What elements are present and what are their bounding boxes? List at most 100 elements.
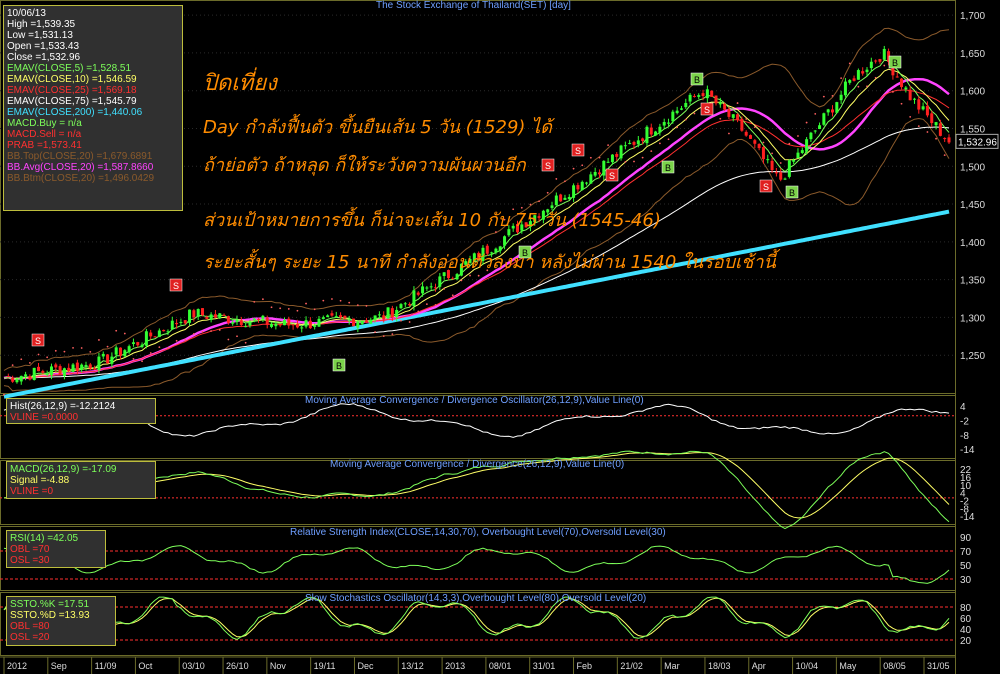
candle-body xyxy=(231,322,235,324)
candle-body xyxy=(727,109,731,117)
candle-body xyxy=(822,113,826,125)
prab-dot xyxy=(54,349,57,352)
candle-body xyxy=(848,80,852,83)
prab-dot xyxy=(262,298,264,301)
candle-body xyxy=(563,197,567,200)
candle-body xyxy=(710,90,714,97)
candle-body xyxy=(131,342,135,344)
prab-dot xyxy=(425,303,428,306)
candle-body xyxy=(136,342,140,346)
candle-body xyxy=(295,324,299,328)
time-axis-label: Dec xyxy=(357,661,374,671)
signal-label: B xyxy=(336,361,342,371)
candle-body xyxy=(162,329,166,332)
candle-body xyxy=(291,324,295,326)
candle-body xyxy=(188,309,192,323)
prab-dot xyxy=(883,64,886,67)
prab-dot xyxy=(451,294,454,297)
macd-axis-label: -14 xyxy=(960,512,975,523)
prab-dot xyxy=(771,152,773,155)
candle-body xyxy=(15,379,19,383)
candle-body xyxy=(153,336,157,338)
rsi-legend-item: RSI(14) =42.05 xyxy=(10,533,79,544)
candle-body xyxy=(667,122,671,124)
hist-panel-title: Moving Average Convergence / Divergence … xyxy=(305,395,644,406)
price-legend-item: BB.Avg(CLOSE,20) =1,587.8660 xyxy=(7,162,154,173)
candle-body xyxy=(175,322,179,325)
rsi-axis-label: 70 xyxy=(960,547,972,558)
ema200-line xyxy=(3,209,950,399)
candle-body xyxy=(274,323,278,327)
prab-dot xyxy=(391,333,394,336)
candle-body xyxy=(766,159,770,161)
prab-dot xyxy=(417,310,420,313)
candle-body xyxy=(874,60,878,62)
macd-legend-item: Signal =-4.88 xyxy=(10,475,70,486)
time-axis-label: Oct xyxy=(138,661,153,671)
candle-body xyxy=(925,105,929,116)
prab-dot xyxy=(322,299,325,302)
prab-dot xyxy=(797,135,799,137)
candle-body xyxy=(84,364,88,367)
prab-dot xyxy=(607,144,610,147)
candle-body xyxy=(628,143,632,145)
candle-body xyxy=(813,130,817,132)
rsi-legend-item: OSL =30 xyxy=(10,555,50,566)
price-legend-item: EMAV(CLOSE,200) =1,440.06 xyxy=(7,107,143,118)
candle-body xyxy=(300,327,304,329)
candle-body xyxy=(865,69,869,73)
candle-body xyxy=(818,125,822,130)
rsi-legend-box: RSI(14) =42.05 OBL =70 OSL =30 xyxy=(6,530,106,568)
prab-dot xyxy=(909,115,912,118)
candle-body xyxy=(434,287,438,289)
prab-dot xyxy=(313,308,316,311)
candle-body xyxy=(19,375,23,382)
candle-body xyxy=(947,137,951,143)
prab-dot xyxy=(63,350,66,353)
candle-body xyxy=(856,70,860,80)
prab-dot xyxy=(857,85,860,88)
prab-dot xyxy=(28,361,31,364)
candle-body xyxy=(900,78,904,88)
candle-body xyxy=(97,356,101,371)
candle-body xyxy=(615,153,619,157)
prab-dot xyxy=(624,160,627,163)
prab-dot xyxy=(339,299,342,302)
signal-label: B xyxy=(789,188,795,198)
candle-body xyxy=(200,308,204,316)
signal-label: S xyxy=(35,336,41,346)
prab-dot xyxy=(3,393,5,396)
candle-body xyxy=(882,48,886,60)
prab-dot xyxy=(866,85,868,88)
candle-body xyxy=(261,315,265,319)
prab-dot xyxy=(374,331,376,333)
candle-body xyxy=(170,320,174,330)
prab-dot xyxy=(382,335,385,338)
candle-body xyxy=(610,154,614,163)
rsi-axis-label: 50 xyxy=(960,561,972,572)
candle-body xyxy=(606,161,610,163)
candle-body xyxy=(753,140,757,144)
signal-label: S xyxy=(575,146,581,156)
candle-body xyxy=(645,126,649,144)
prab-dot xyxy=(935,137,937,140)
prab-dot xyxy=(270,306,273,309)
candle-body xyxy=(248,321,252,326)
candle-body xyxy=(93,368,97,370)
prab-dot xyxy=(641,156,644,159)
candle-body xyxy=(869,61,873,69)
candle-body xyxy=(843,81,847,96)
price-legend-item: EMAV(CLOSE,5) =1,528.51 xyxy=(7,63,132,74)
prab-dot xyxy=(753,126,756,129)
time-axis-label: 13/12 xyxy=(401,661,424,671)
candle-body xyxy=(334,316,338,318)
time-axis-label: 26/10 xyxy=(226,661,249,671)
annotation-line-1: Day กำลังฟื้นตัว ขึ้นยืนเส้น 5 วัน (1529… xyxy=(203,117,552,138)
candle-body xyxy=(226,316,230,323)
hist-axis-label: -2 xyxy=(960,417,969,428)
candle-body xyxy=(222,314,226,316)
candle-body xyxy=(779,172,783,180)
candle-body xyxy=(235,319,239,323)
signal-label: B xyxy=(892,58,898,68)
signal-label: B xyxy=(665,163,671,173)
